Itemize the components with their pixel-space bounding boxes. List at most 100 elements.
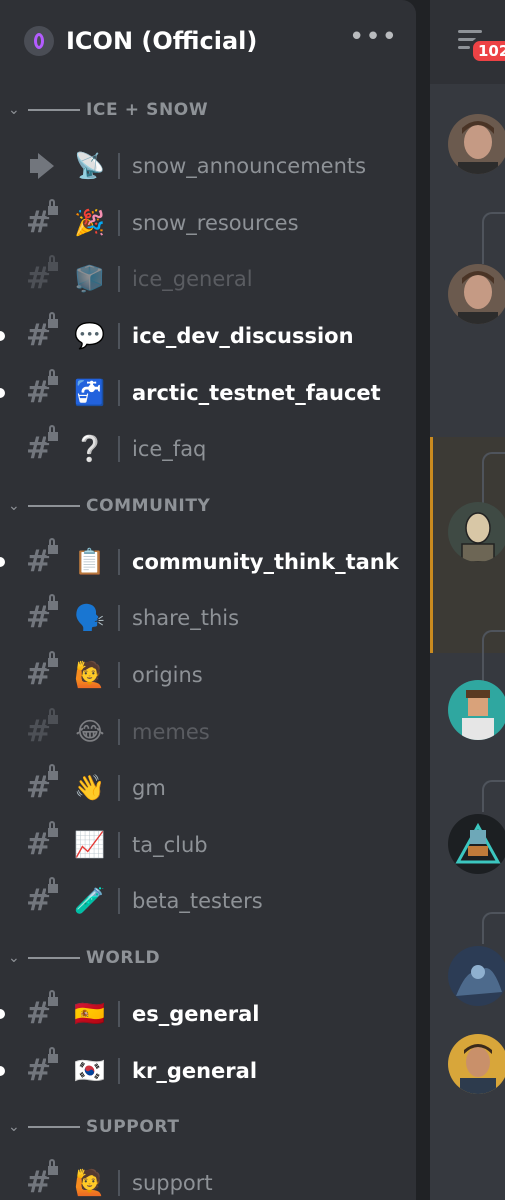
locked-text-channel-icon: #	[26, 198, 62, 239]
reply-line	[482, 630, 505, 682]
channel-item[interactable]: # 😂 memes	[0, 703, 416, 760]
channel-separator	[118, 775, 120, 802]
channel-item[interactable]: # 🧪 beta_testers	[0, 873, 416, 930]
channel-emoji: 😂	[75, 717, 105, 747]
category-header[interactable]: ⌄ SUPPORT	[0, 1099, 416, 1155]
unread-indicator	[0, 556, 5, 567]
locked-text-channel-icon: #	[26, 537, 62, 578]
lock-icon	[46, 255, 60, 274]
server-name[interactable]: ICON (Official)	[66, 27, 349, 55]
category-divider	[28, 504, 80, 507]
lock-icon	[46, 1046, 60, 1065]
lock-icon	[46, 198, 60, 217]
channel-name: origins	[132, 663, 203, 688]
server-header[interactable]: ICON (Official) •••	[0, 0, 416, 82]
channel-item[interactable]: # 📋 community_think_tank	[0, 534, 416, 591]
channel-emoji: 📋	[74, 546, 106, 576]
channel-item[interactable]: # 🙋 support	[0, 1155, 416, 1200]
lock-icon	[46, 990, 60, 1009]
channel-emoji: ❔	[74, 434, 106, 464]
avatar[interactable]	[448, 264, 505, 324]
channel-emoji: 🎉	[74, 207, 106, 237]
category-label: SUPPORT	[86, 1116, 180, 1137]
channel-item[interactable]: 📡 snow_announcements	[0, 138, 416, 195]
locked-text-channel-icon: #	[26, 1159, 62, 1199]
channel-emoji: 🙋	[74, 1168, 106, 1198]
channel-item[interactable]: # 👋 gm	[0, 760, 416, 817]
channel-emoji: 🇰🇷	[74, 1055, 106, 1085]
lock-icon	[46, 764, 60, 783]
channel-item[interactable]: # 🎉 snow_resources	[0, 195, 416, 252]
avatar[interactable]	[448, 680, 505, 740]
locked-text-channel-icon: #	[26, 764, 62, 804]
channel-emoji: 🗣️	[74, 603, 106, 633]
lock-icon	[46, 707, 60, 726]
chevron-down-icon: ⌄	[8, 1118, 20, 1135]
unread-indicator	[0, 1065, 5, 1076]
announcement-icon	[26, 150, 62, 182]
chevron-down-icon: ⌄	[8, 102, 20, 118]
channel-separator	[118, 662, 120, 689]
channel-separator	[118, 436, 120, 463]
server-icon	[24, 26, 54, 56]
channel-item[interactable]: # 📈 ta_club	[0, 817, 416, 874]
channel-item[interactable]: # 🙋 origins	[0, 647, 416, 704]
channel-name: gm	[132, 776, 166, 801]
channel-separator	[118, 888, 120, 915]
locked-text-channel-icon: #	[26, 594, 62, 634]
category-header[interactable]: ⌄ COMMUNITY	[0, 478, 416, 534]
channel-item[interactable]: # 🇰🇷 kr_general	[0, 1042, 416, 1099]
category-label: COMMUNITY	[86, 495, 211, 516]
unread-indicator	[0, 331, 5, 342]
channel-separator	[118, 605, 120, 632]
channel-separator	[118, 1057, 120, 1084]
lock-icon	[46, 594, 60, 613]
channel-name: snow_announcements	[132, 154, 367, 179]
channel-emoji: 🧊	[74, 264, 106, 294]
channel-separator	[118, 209, 120, 236]
category-header[interactable]: ⌄ WORLD	[0, 930, 416, 986]
channel-item[interactable]: # 🇪🇸 es_general	[0, 986, 416, 1043]
locked-text-channel-icon: #	[26, 877, 62, 917]
channel-item[interactable]: # ❔ ice_faq	[0, 421, 416, 478]
channel-separator	[118, 153, 120, 180]
channel-separator	[118, 323, 120, 350]
avatar[interactable]	[448, 946, 505, 1006]
avatar[interactable]	[448, 114, 505, 174]
avatar[interactable]	[448, 502, 505, 562]
reply-line	[482, 212, 505, 264]
category-label: ICE + SNOW	[86, 100, 209, 120]
channel-separator	[118, 266, 120, 293]
locked-text-channel-icon: #	[26, 425, 62, 465]
channel-separator	[118, 831, 120, 858]
locked-text-channel-icon: #	[26, 368, 62, 409]
notification-badge: 102	[470, 38, 505, 64]
reply-line	[482, 912, 505, 944]
category-label: WORLD	[86, 947, 161, 968]
category-divider	[28, 1125, 80, 1128]
lock-icon	[46, 312, 60, 331]
channel-name: es_general	[132, 1002, 260, 1027]
channel-item[interactable]: # 🧊 ice_general	[0, 251, 416, 308]
channel-item[interactable]: # 🗣️ share_this	[0, 590, 416, 647]
channel-separator	[118, 718, 120, 745]
channel-emoji: 🇪🇸	[74, 999, 106, 1029]
more-options-icon[interactable]: •••	[349, 22, 398, 52]
lock-icon	[46, 425, 60, 444]
locked-text-channel-icon: #	[26, 255, 62, 295]
locked-text-channel-icon: #	[26, 312, 62, 352]
avatar[interactable]	[448, 1034, 505, 1094]
channel-list: ⌄ ICE + SNOW 📡 snow_announcements # 🎉 snow_res…	[0, 82, 416, 1200]
avatar[interactable]	[448, 814, 505, 874]
channel-separator	[118, 548, 120, 575]
message-panel: 102	[430, 0, 505, 1200]
channel-name: beta_testers	[132, 889, 263, 914]
threads-header: 102	[430, 0, 505, 84]
unread-indicator	[0, 387, 5, 398]
channel-name: ta_club	[132, 832, 208, 857]
category-header[interactable]: ⌄ ICE + SNOW	[0, 82, 416, 138]
channel-item[interactable]: # 💬 ice_dev_discussion	[0, 308, 416, 365]
channel-item[interactable]: # 🚰 arctic_testnet_faucet	[0, 364, 416, 421]
locked-text-channel-icon: #	[26, 820, 62, 861]
channel-emoji: 🧪	[74, 886, 106, 916]
